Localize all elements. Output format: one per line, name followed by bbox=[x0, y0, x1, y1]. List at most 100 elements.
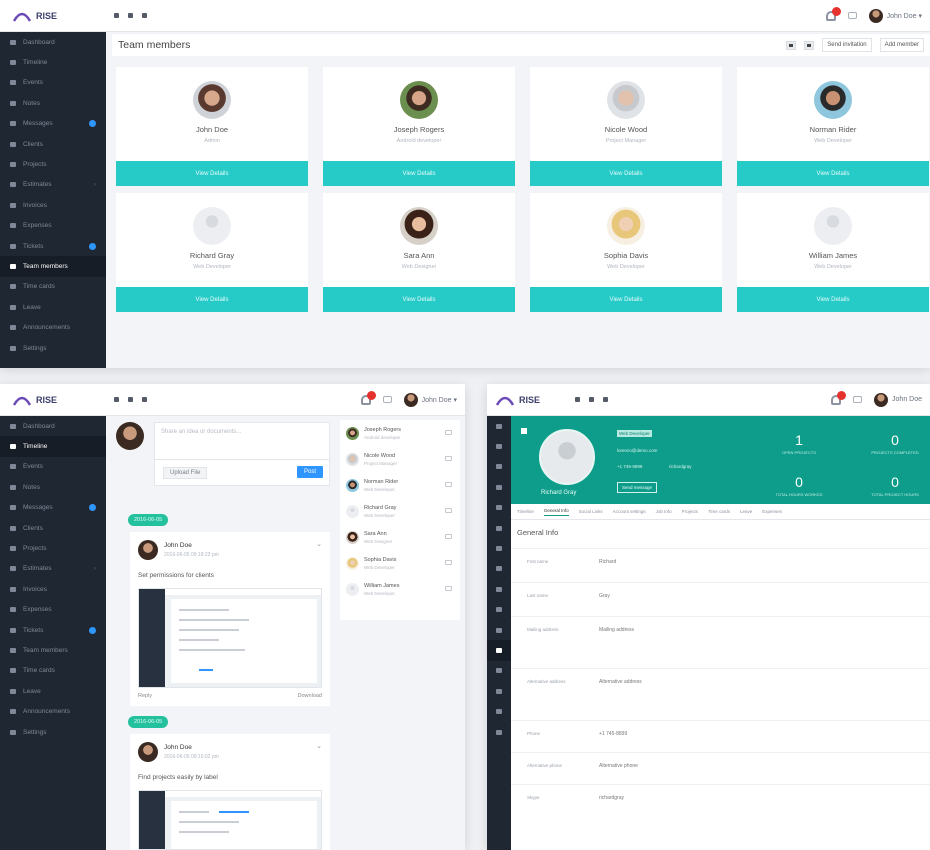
sidebar-item[interactable]: Time cards bbox=[0, 277, 106, 297]
sidebar-item[interactable]: Messages bbox=[0, 114, 106, 134]
message-icon[interactable] bbox=[445, 482, 452, 487]
sidebar-item[interactable]: Time cards bbox=[0, 661, 106, 681]
view-details-button[interactable]: View Details bbox=[116, 287, 308, 312]
profile-avatar[interactable] bbox=[539, 429, 595, 485]
member-photo[interactable] bbox=[607, 81, 645, 119]
messages-icon[interactable] bbox=[382, 396, 392, 403]
app-logo[interactable]: RISE bbox=[0, 394, 106, 406]
sidebar-item[interactable] bbox=[487, 559, 511, 579]
tab-item[interactable]: Expenses bbox=[762, 509, 782, 514]
field-input[interactable]: Mailing address bbox=[599, 627, 634, 633]
field-input[interactable]: Alternative phone bbox=[599, 763, 638, 769]
sidebar-item[interactable] bbox=[487, 538, 511, 558]
sidebar-item[interactable] bbox=[487, 640, 511, 661]
sidebar-item[interactable]: Tickets bbox=[0, 620, 106, 640]
sidebar-item[interactable] bbox=[487, 701, 511, 721]
sidebar-item[interactable]: Leave bbox=[0, 681, 106, 701]
sidebar-item[interactable]: Messages bbox=[0, 498, 106, 518]
member-photo[interactable] bbox=[193, 81, 231, 119]
notification-bell-icon[interactable] bbox=[825, 6, 841, 21]
message-icon[interactable] bbox=[445, 534, 452, 539]
field-input[interactable]: Alternative address bbox=[599, 679, 642, 685]
sidebar-item[interactable] bbox=[487, 436, 511, 456]
sidebar-item[interactable]: Leave bbox=[0, 297, 106, 317]
member-list-item[interactable]: Joseph Rogers Android developer bbox=[340, 424, 460, 450]
member-name[interactable]: Sophia Davis bbox=[364, 557, 396, 563]
tab-item[interactable]: Job Info bbox=[656, 509, 672, 514]
member-photo[interactable] bbox=[814, 81, 852, 119]
todo-icon[interactable] bbox=[128, 13, 133, 18]
sidebar-item[interactable]: Invoices bbox=[0, 195, 106, 215]
member-list-item[interactable]: Sara Ann Web Designer bbox=[340, 528, 460, 554]
sidebar-item[interactable] bbox=[487, 457, 511, 477]
member-name[interactable]: Nicole Wood bbox=[530, 125, 722, 134]
message-icon[interactable] bbox=[445, 430, 452, 435]
sidebar-item[interactable]: Announcements bbox=[0, 317, 106, 337]
list-view-icon[interactable] bbox=[804, 40, 815, 50]
compose-textarea[interactable]: Share an idea or documents... bbox=[154, 422, 330, 460]
upload-file-button[interactable]: Upload File bbox=[163, 467, 208, 479]
member-photo[interactable] bbox=[193, 207, 231, 245]
sidebar-item[interactable]: Expenses bbox=[0, 600, 106, 620]
reply-link[interactable]: Reply bbox=[138, 693, 152, 699]
message-icon[interactable] bbox=[445, 456, 452, 461]
sidebar-item[interactable]: Projects bbox=[0, 538, 106, 558]
sidebar-item[interactable]: Timeline bbox=[0, 52, 106, 72]
sidebar-item[interactable]: Dashboard bbox=[0, 32, 106, 52]
notification-bell-icon[interactable] bbox=[831, 390, 847, 405]
member-name[interactable]: William James bbox=[364, 583, 399, 589]
grid-view-icon[interactable] bbox=[786, 40, 797, 50]
sidebar-item[interactable] bbox=[487, 498, 511, 518]
sidebar-item[interactable]: Invoices bbox=[0, 579, 106, 599]
view-details-button[interactable]: View Details bbox=[530, 161, 722, 186]
field-input[interactable]: Gray bbox=[599, 593, 610, 599]
menu-toggle-icon[interactable] bbox=[575, 397, 580, 402]
sidebar-item[interactable]: Events bbox=[0, 457, 106, 477]
member-name[interactable]: Sara Ann bbox=[364, 531, 387, 537]
member-list-item[interactable]: Sophia Davis Web Developer bbox=[340, 554, 460, 580]
messages-icon[interactable] bbox=[847, 12, 857, 19]
member-name[interactable]: Joseph Rogers bbox=[364, 427, 401, 433]
sidebar-item[interactable] bbox=[487, 681, 511, 701]
sidebar-item[interactable]: Notes bbox=[0, 477, 106, 497]
status-checkbox[interactable] bbox=[521, 428, 527, 434]
member-name[interactable]: Richard Gray bbox=[116, 251, 308, 260]
member-name[interactable]: William James bbox=[737, 251, 929, 260]
send-message-button[interactable]: Send message bbox=[617, 482, 658, 493]
tab-item[interactable]: Social Links bbox=[579, 509, 603, 514]
sidebar-item[interactable] bbox=[487, 600, 511, 620]
view-details-button[interactable]: View Details bbox=[323, 287, 515, 312]
timer-icon[interactable] bbox=[142, 13, 147, 18]
post-author[interactable]: John Doe bbox=[164, 744, 192, 751]
sidebar-item[interactable]: Projects bbox=[0, 154, 106, 174]
sidebar-item[interactable]: Expenses bbox=[0, 216, 106, 236]
user-menu[interactable]: John Doe ▾ bbox=[868, 8, 922, 23]
sidebar-item[interactable] bbox=[487, 518, 511, 538]
sidebar-item[interactable]: Team members bbox=[0, 640, 106, 660]
sidebar-item[interactable]: Settings bbox=[0, 338, 106, 358]
view-details-button[interactable]: View Details bbox=[530, 287, 722, 312]
todo-icon[interactable] bbox=[589, 397, 594, 402]
menu-toggle-icon[interactable] bbox=[114, 397, 119, 402]
send-invitation-button[interactable]: Send invitation bbox=[822, 38, 872, 52]
sidebar-item[interactable]: Clients bbox=[0, 134, 106, 154]
sidebar-item[interactable]: Estimates › bbox=[0, 175, 106, 195]
post-image[interactable] bbox=[138, 588, 322, 688]
tab-item[interactable]: Leave bbox=[740, 509, 752, 514]
member-name[interactable]: Nicole Wood bbox=[364, 453, 395, 459]
download-link[interactable]: Download bbox=[298, 693, 322, 699]
sidebar-item[interactable]: Notes bbox=[0, 93, 106, 113]
member-name[interactable]: Sara Ann bbox=[323, 251, 515, 260]
add-member-button[interactable]: Add member bbox=[879, 38, 924, 52]
tab-item[interactable]: General Info bbox=[543, 508, 569, 516]
menu-toggle-icon[interactable] bbox=[114, 13, 119, 18]
sidebar-item[interactable]: Dashboard bbox=[0, 416, 106, 436]
message-icon[interactable] bbox=[445, 586, 452, 591]
sidebar-item[interactable] bbox=[487, 620, 511, 640]
sidebar-item[interactable]: Clients bbox=[0, 518, 106, 538]
member-photo[interactable] bbox=[400, 207, 438, 245]
notification-bell-icon[interactable] bbox=[360, 390, 376, 405]
view-details-button[interactable]: View Details bbox=[737, 287, 929, 312]
sidebar-item[interactable] bbox=[487, 722, 511, 742]
post-author[interactable]: John Doe bbox=[164, 542, 192, 549]
